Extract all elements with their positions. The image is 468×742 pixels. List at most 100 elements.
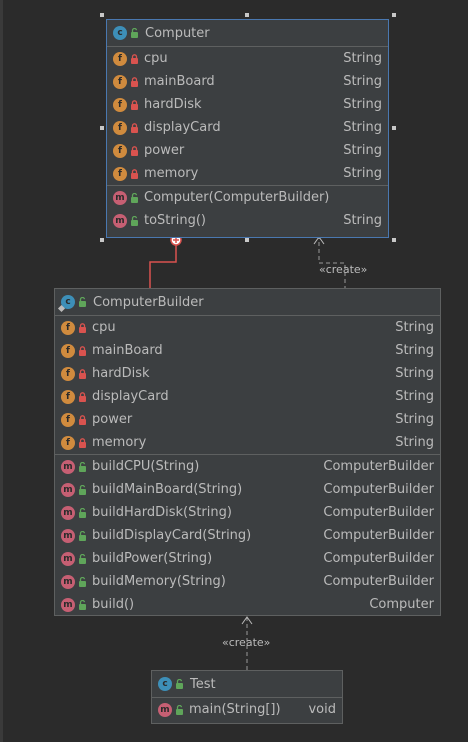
field-type: String [395,320,434,335]
field-icon: f [113,51,127,66]
method-name: buildMainBoard(String) [92,482,243,497]
field-name: mainBoard [92,343,163,358]
method-row[interactable]: m main(String[]) void [152,698,342,721]
field-row[interactable]: f mainBoard String [55,339,440,362]
field-icon: f [61,412,75,427]
field-row[interactable]: f cpu String [55,316,440,339]
field-row[interactable]: f memory String [107,162,388,185]
field-name: hardDisk [144,97,202,112]
field-icon: f [61,343,75,358]
field-row[interactable]: f memory String [55,431,440,454]
method-icon: m [113,213,127,228]
field-row[interactable]: f displayCard String [107,116,388,139]
public-visibility-icon [78,461,87,472]
public-visibility-icon [130,28,139,38]
method-row[interactable]: m buildMainBoard(String) ComputerBuilder [55,478,440,501]
public-visibility-icon [175,704,184,715]
class-icon: c [158,677,172,691]
field-row[interactable]: f hardDisk String [107,93,388,116]
resize-handle[interactable] [392,13,396,17]
field-icon: f [61,320,75,335]
field-row[interactable]: f power String [107,139,388,162]
field-type: String [343,143,382,158]
resize-handle[interactable] [100,13,104,17]
private-lock-icon [130,53,139,64]
method-row[interactable]: m buildCPU(String) ComputerBuilder [55,455,440,478]
method-name: toString() [144,213,206,228]
diagram-canvas[interactable]: «create» «create» c Computer f cpu String f ma… [0,0,468,742]
public-visibility-icon [130,192,139,203]
class-name: Test [190,676,216,692]
field-name: displayCard [144,120,221,135]
method-icon: m [113,190,127,205]
class-header[interactable]: c ComputerBuilder [55,289,440,316]
private-lock-icon [78,322,87,333]
private-lock-icon [78,368,87,379]
method-row[interactable]: m build() Computer [55,593,440,616]
field-type: String [395,389,434,404]
private-lock-icon [78,391,87,402]
method-return-type: ComputerBuilder [323,482,434,497]
field-name: power [144,143,185,158]
method-return-type: ComputerBuilder [323,551,434,566]
methods-section: m main(String[]) void [152,698,342,721]
public-visibility-icon [130,215,139,226]
resize-handle[interactable] [392,126,396,130]
field-type: String [395,343,434,358]
field-name: hardDisk [92,366,150,381]
field-type: String [395,412,434,427]
class-header[interactable]: c Test [152,671,342,698]
public-visibility-icon [78,599,87,610]
public-visibility-icon [78,553,87,564]
method-return-type: ComputerBuilder [323,459,434,474]
method-name: buildMemory(String) [92,574,226,589]
computerbuilder-class-box[interactable]: c ComputerBuilder f cpu String f mainBoard Stri… [54,288,441,616]
create-label-2: «create» [222,636,271,649]
method-icon: m [61,459,75,474]
resize-handle[interactable] [245,238,249,242]
method-row[interactable]: m buildDisplayCard(String) ComputerBuilder [55,524,440,547]
field-name: memory [144,166,199,181]
field-row[interactable]: f hardDisk String [55,362,440,385]
method-icon: m [61,505,75,520]
field-type: String [343,166,382,181]
field-row[interactable]: f cpu String [107,47,388,70]
method-name: Computer(ComputerBuilder) [144,190,330,205]
field-row[interactable]: f displayCard String [55,385,440,408]
method-name: build() [92,597,135,612]
field-type: String [343,74,382,89]
resize-handle[interactable] [100,238,104,242]
field-row[interactable]: f power String [55,408,440,431]
method-row[interactable]: m buildMemory(String) ComputerBuilder [55,570,440,593]
method-name: buildPower(String) [92,551,213,566]
private-lock-icon [78,345,87,356]
field-type: String [343,97,382,112]
resize-handle[interactable] [245,13,249,17]
field-type: String [343,51,382,66]
field-row[interactable]: f mainBoard String [107,70,388,93]
private-lock-icon [130,99,139,110]
field-name: displayCard [92,389,169,404]
field-icon: f [113,74,127,89]
public-visibility-icon [78,297,87,307]
private-lock-icon [130,122,139,133]
method-icon: m [61,574,75,589]
public-visibility-icon [175,679,184,689]
method-row[interactable]: m buildHardDisk(String) ComputerBuilder [55,501,440,524]
resize-handle[interactable] [100,126,104,130]
resize-handle[interactable] [392,238,396,242]
method-icon: m [61,551,75,566]
method-row[interactable]: m buildPower(String) ComputerBuilder [55,547,440,570]
field-type: String [395,435,434,450]
class-header[interactable]: c Computer [107,20,388,47]
computer-class-box[interactable]: c Computer f cpu String f mainBoard String f hard… [106,19,389,238]
test-class-box[interactable]: c Test m main(String[]) void [151,670,343,724]
method-row[interactable]: m toString() String [107,209,388,232]
field-type: String [343,120,382,135]
method-row[interactable]: m Computer(ComputerBuilder) [107,186,388,209]
method-name: buildHardDisk(String) [92,505,232,520]
method-icon: m [61,482,75,497]
field-name: memory [92,435,147,450]
methods-section: m Computer(ComputerBuilder) m toString() Str… [107,186,388,232]
create-label-1: «create» [319,263,368,276]
